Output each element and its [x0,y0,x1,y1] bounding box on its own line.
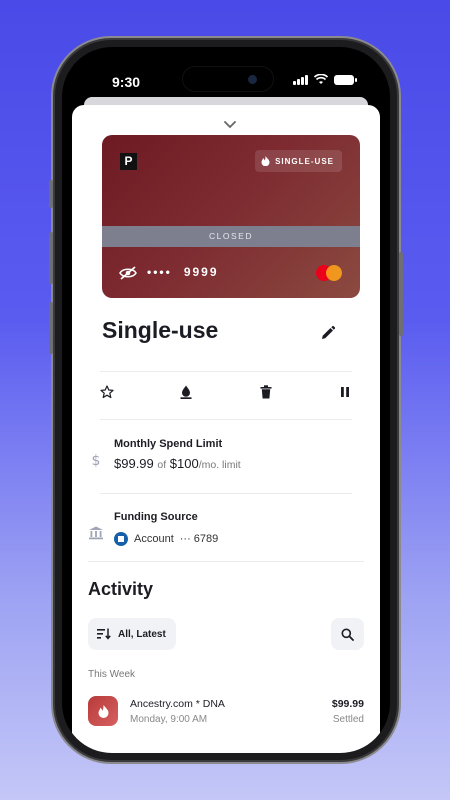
camera-icon [248,75,257,84]
mute-switch [49,180,53,208]
of-text: of [157,459,167,471]
section-this-week: This Week [88,669,136,680]
dynamic-island [182,66,274,92]
wifi-icon [314,74,328,84]
single-use-badge: SINGLE-USE [255,150,342,172]
transaction-amount: $99.99 [331,698,364,710]
sort-icon [97,628,111,640]
merchant-icon [88,696,118,726]
favorite-button[interactable] [94,379,120,405]
phone-frame: 9:30 P SINGLE-USE CLOSED •••• 9999 Singl… [49,40,403,760]
divider [88,561,364,562]
account-masked: ··· 6789 [179,533,219,545]
card-title: Single-use [102,317,219,343]
sort-filter-label: All, Latest [118,628,166,640]
search-button[interactable] [331,618,364,650]
phone-screen: 9:30 P SINGLE-USE CLOSED •••• 9999 Singl… [62,47,390,753]
spend-limit-row[interactable]: $ Monthly Spend Limit $99.99 of $100/mo.… [88,438,360,483]
signal-icon [293,74,308,85]
virtual-card[interactable]: P SINGLE-USE CLOSED •••• 9999 [102,135,360,298]
merchant-name: Ancestry.com * DNA [130,698,225,710]
status-time: 9:30 [112,74,141,90]
eye-slash-icon[interactable] [119,266,137,280]
fund-button[interactable] [173,379,199,405]
trash-icon [260,385,272,399]
privacy-logo: P [120,153,137,170]
status-bar: 9:30 [62,47,390,103]
mastercard-icon [316,265,342,281]
transaction-time: Monday, 9:00 AM [130,714,208,725]
funding-source-label: Funding Source [114,511,198,523]
status-icons [293,74,357,85]
flame-icon [261,156,270,166]
card-last4: 9999 [183,265,219,279]
transaction-row[interactable]: Ancestry.com * DNA Monday, 9:00 AM $99.9… [88,695,364,729]
spend-limit-value: $99.99 of $100/mo. limit [114,456,241,471]
card-number: •••• 9999 [147,265,219,279]
closed-banner: CLOSED [102,226,360,247]
volume-up-button [49,232,53,284]
spent-amount: $99.99 [114,456,154,471]
account-name: Account [134,533,174,545]
transaction-status: Settled [332,714,364,725]
divider [100,419,352,420]
limit-period: /mo. limit [198,459,241,471]
limit-amount: $100 [169,456,199,471]
card-masked-dots: •••• [147,265,172,279]
bank-logo-icon [114,532,128,546]
star-icon [100,385,114,399]
pause-button[interactable] [332,379,358,405]
delete-button[interactable] [253,379,279,405]
sort-filter-button[interactable]: All, Latest [88,618,176,650]
funding-account: Account ··· 6789 [114,532,218,546]
card-actions [94,379,358,405]
divider [100,493,352,494]
pencil-icon[interactable] [320,325,336,341]
svg-text:$: $ [92,453,101,468]
activity-title: Activity [88,579,154,599]
power-button [399,252,403,336]
card-detail-sheet: P SINGLE-USE CLOSED •••• 9999 Single-use… [72,105,380,753]
volume-down-button [49,302,53,354]
dollar-icon: $ [92,453,101,468]
pause-icon [340,387,349,397]
chevron-down-icon[interactable] [222,119,238,131]
spend-limit-label: Monthly Spend Limit [114,438,223,450]
search-icon [341,628,354,641]
title-row: Single-use [102,317,350,351]
battery-icon [334,74,357,85]
bank-icon [89,526,103,540]
flame-icon [98,704,108,718]
funding-source-row[interactable]: Funding Source Account ··· 6789 [88,511,360,551]
droplet-icon [180,385,192,399]
single-use-label: SINGLE-USE [275,156,334,166]
divider [100,371,352,372]
